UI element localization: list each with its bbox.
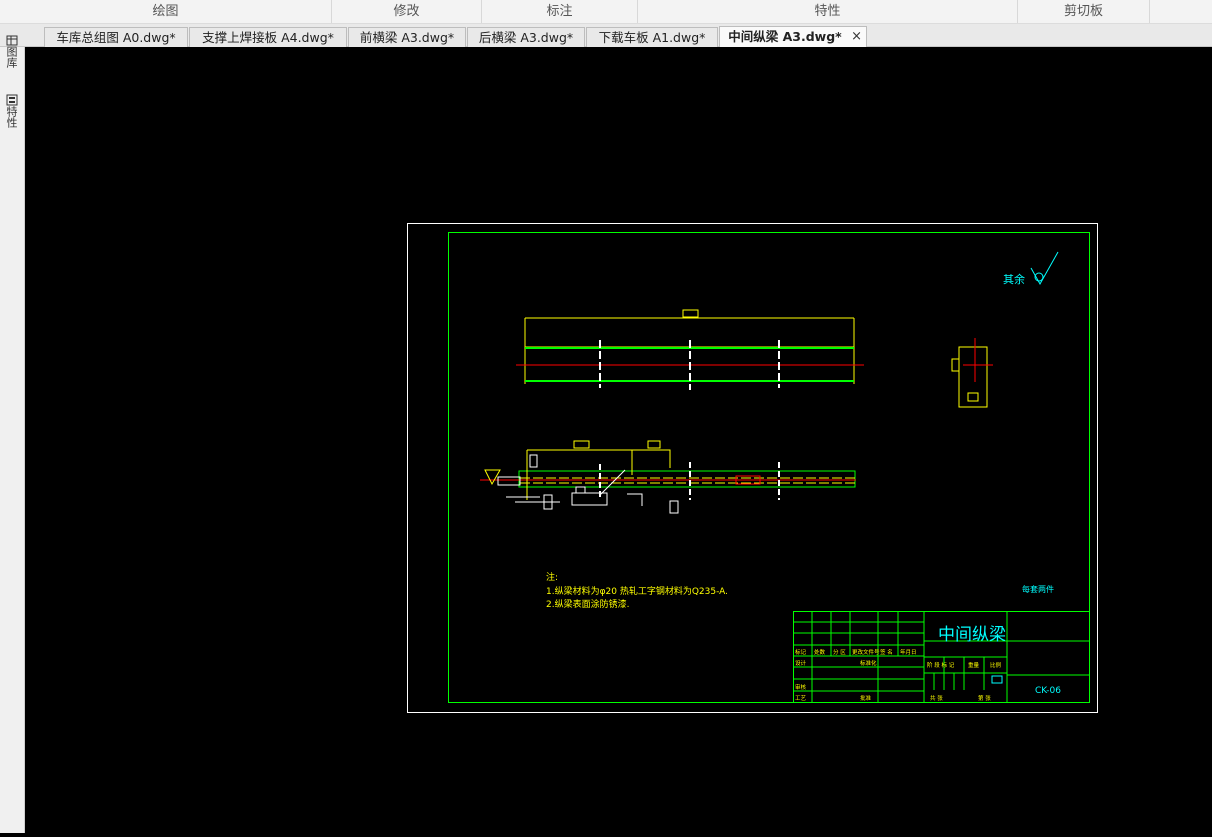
svg-text:重量: 重量 — [968, 661, 980, 669]
properties-icon — [6, 94, 18, 106]
tab-label: 中间纵梁 A3.dwg* — [728, 29, 842, 44]
beam-section-view — [951, 338, 993, 408]
scale-box — [991, 675, 1003, 684]
side-item-label: 特性 — [5, 106, 18, 128]
tab-lower-carrier-plate[interactable]: 下载车板 A1.dwg* — [586, 27, 718, 47]
roughness-symbol — [1030, 251, 1059, 286]
tab-middle-longitudinal-beam[interactable]: 中间纵梁 A3.dwg* × — [719, 26, 867, 48]
svg-text:处数: 处数 — [814, 648, 826, 656]
ribbon-group-draw[interactable]: 绘图 — [0, 0, 332, 23]
ribbon-group-modify[interactable]: 修改 — [332, 0, 482, 23]
file-tab-bar: 车库总组图 A0.dwg* 支撑上焊接板 A4.dwg* 前横梁 A3.dwg*… — [0, 24, 1212, 48]
note-line: 2.纵梁表面涂防锈漆. — [546, 598, 629, 610]
note-line: 1.纵梁材料为φ20 热轧工字钢材料为Q235-A. — [546, 585, 728, 597]
drawing-title: 中间纵梁 — [938, 625, 1006, 645]
svg-text:共 张: 共 张 — [930, 694, 943, 702]
roughness-note: 其余 — [1003, 272, 1025, 286]
svg-text:签 名: 签 名 — [880, 648, 893, 656]
svg-text:审核: 审核 — [795, 683, 807, 691]
tab-front-crossbeam[interactable]: 前横梁 A3.dwg* — [348, 27, 466, 47]
close-icon[interactable]: × — [851, 27, 862, 46]
svg-text:第 张: 第 张 — [978, 694, 991, 702]
svg-text:比例: 比例 — [990, 661, 1002, 669]
svg-text:工艺: 工艺 — [795, 695, 807, 702]
svg-text:阶 段 标 记: 阶 段 标 记 — [927, 661, 955, 669]
notes-title: 注: — [546, 571, 558, 583]
svg-text:标准化: 标准化 — [860, 659, 877, 667]
ribbon-group-clipboard[interactable]: 剪切板 — [1018, 0, 1150, 23]
side-item-properties[interactable]: 特性 — [3, 94, 21, 128]
beam-top-view — [516, 309, 864, 390]
tab-garage-assembly[interactable]: 车库总组图 A0.dwg* — [44, 27, 188, 47]
svg-text:更改文件号: 更改文件号 — [852, 648, 880, 656]
ribbon-header: 绘图 修改 标注 特性 剪切板 — [0, 0, 1212, 24]
svg-text:批准: 批准 — [860, 694, 872, 702]
tab-support-weld-plate[interactable]: 支撑上焊接板 A4.dwg* — [189, 27, 347, 47]
beam-front-view — [480, 440, 856, 514]
drawing-canvas[interactable]: 其余 注: 1.纵梁材料为φ20 热轧工字钢材料为Q235-A. 2.纵梁表面涂… — [25, 47, 1212, 833]
ribbon-group-annotate[interactable]: 标注 — [482, 0, 638, 23]
svg-text:设计: 设计 — [795, 659, 807, 667]
quantity-mark: 每套两件 — [1022, 584, 1054, 594]
ribbon-group-properties[interactable]: 特性 — [638, 0, 1018, 23]
svg-text:分 区: 分 区 — [833, 648, 846, 656]
side-item-label: 图库 — [5, 46, 18, 68]
svg-text:标记: 标记 — [795, 648, 807, 656]
side-item-library[interactable]: 图库 — [3, 34, 21, 68]
side-panel: 图库 特性 — [0, 35, 25, 833]
drawing-number: CK-06 — [1035, 686, 1061, 696]
tab-rear-crossbeam[interactable]: 后横梁 A3.dwg* — [467, 27, 585, 47]
drawing-svg: 其余 注: 1.纵梁材料为φ20 热轧工字钢材料为Q235-A. 2.纵梁表面涂… — [407, 223, 1098, 713]
library-icon — [6, 35, 18, 46]
svg-text:年月日: 年月日 — [900, 648, 917, 656]
